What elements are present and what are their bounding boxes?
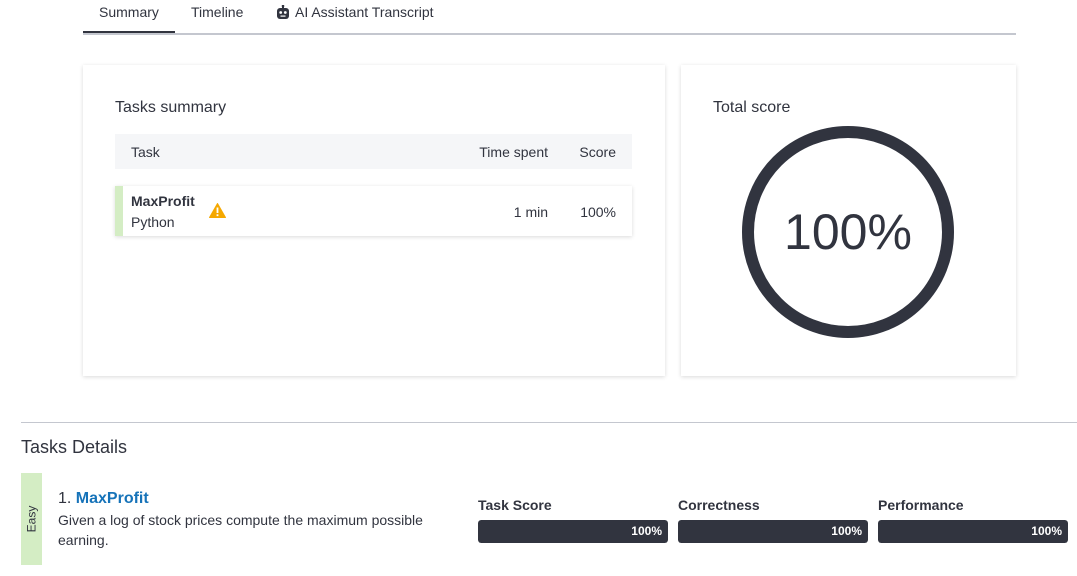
difficulty-badge: Easy [21, 473, 42, 565]
total-score-value: 100% [784, 204, 912, 260]
column-header-task: Task [131, 144, 160, 160]
difficulty-accent [115, 186, 123, 236]
metric-task-score: Task Score 100% [478, 497, 668, 543]
total-score-card: Total score 100% [681, 65, 1016, 376]
metric-progress-bar: 100% [878, 520, 1068, 543]
metric-value: 100% [1031, 524, 1062, 538]
metric-label: Performance [878, 497, 964, 513]
task-score: 100% [580, 204, 616, 220]
task-number: 1. [58, 490, 72, 507]
metric-value: 100% [831, 524, 862, 538]
column-header-time-spent: Time spent [479, 144, 548, 160]
table-header: Task Time spent Score [115, 134, 632, 169]
tab-timeline[interactable]: Timeline [191, 4, 243, 20]
difficulty-label: Easy [24, 505, 39, 533]
tab-bar: Summary Timeline AI Assistant Transcript [83, 0, 1016, 35]
task-language: Python [131, 214, 175, 230]
table-row[interactable]: MaxProfit Python 1 min 100% [115, 186, 632, 236]
tasks-summary-card: Tasks summary Task Time spent Score MaxP… [83, 65, 665, 376]
column-header-score: Score [579, 144, 616, 160]
metric-label: Correctness [678, 497, 760, 513]
tab-summary[interactable]: Summary [99, 4, 159, 20]
metric-label: Task Score [478, 497, 552, 513]
tasks-summary-title: Tasks summary [115, 99, 227, 116]
metric-value: 100% [631, 524, 662, 538]
section-divider [21, 422, 1077, 423]
task-time-spent: 1 min [513, 204, 548, 220]
metric-performance: Performance 100% [878, 497, 1068, 543]
metric-progress-bar: 100% [678, 520, 868, 543]
task-description: Given a log of stock prices compute the … [58, 512, 423, 548]
task-name: MaxProfit [131, 193, 195, 209]
tab-ai-label: AI Assistant Transcript [295, 4, 434, 20]
total-score-title: Total score [713, 99, 791, 116]
metric-correctness: Correctness 100% [678, 497, 868, 543]
tasks-details-title: Tasks Details [21, 437, 128, 457]
task-name-link[interactable]: MaxProfit [76, 490, 149, 507]
robot-icon [277, 4, 289, 19]
metric-progress-bar: 100% [478, 520, 668, 543]
tab-ai-assistant-transcript[interactable]: AI Assistant Transcript [276, 4, 434, 20]
warning-icon[interactable] [209, 203, 226, 218]
active-tab-indicator [83, 31, 175, 33]
task-heading: 1. MaxProfit [58, 490, 149, 508]
